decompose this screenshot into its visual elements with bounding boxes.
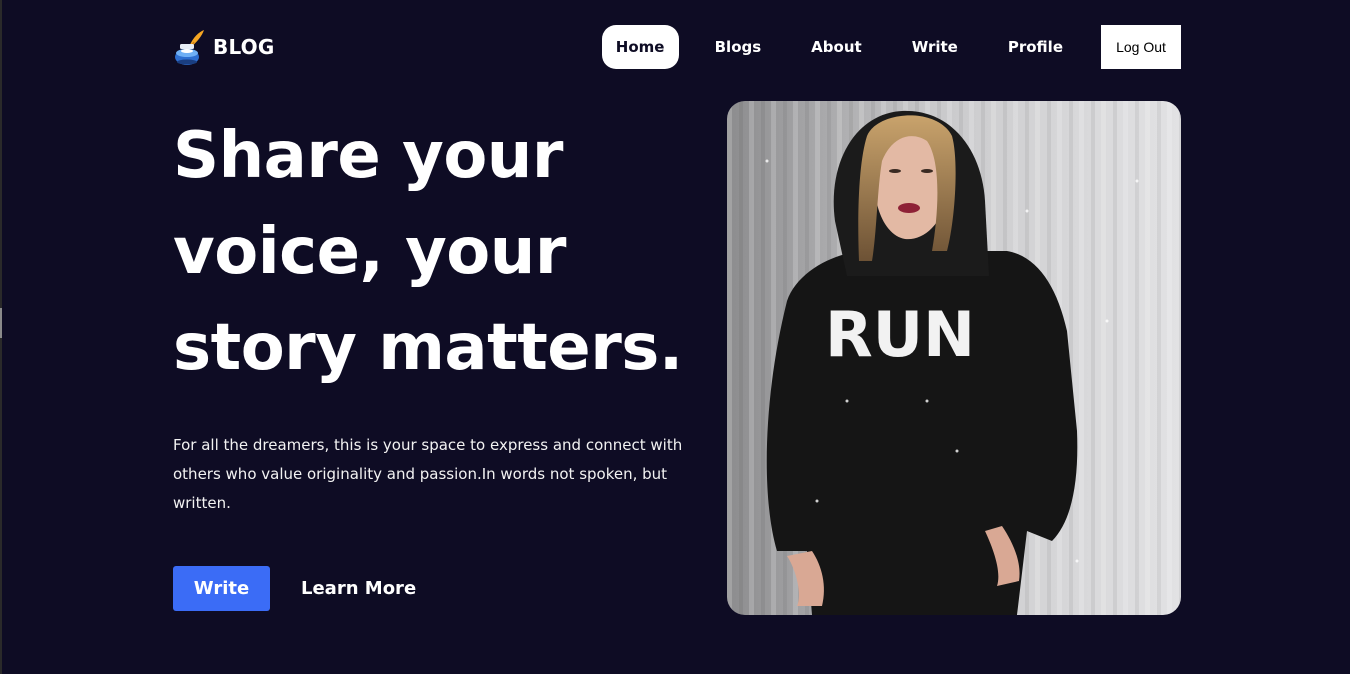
hero-description: For all the dreamers, this is your space… xyxy=(173,436,683,512)
nav-home[interactable]: Home xyxy=(601,25,679,69)
hero-title-line: voice, your xyxy=(173,215,566,289)
navbar: BLOG Home Blogs About Write Profile Log … xyxy=(173,25,1181,69)
hero-title-line: Share your xyxy=(173,119,563,193)
learn-more-link[interactable]: Learn More xyxy=(301,578,416,599)
nav-about[interactable]: About xyxy=(797,25,876,69)
logout-button[interactable]: Log Out xyxy=(1101,25,1181,69)
main-nav: Home Blogs About Write Profile Log Out xyxy=(601,25,1181,69)
brand-logo[interactable]: BLOG xyxy=(173,29,275,65)
nav-blogs[interactable]: Blogs xyxy=(701,25,776,69)
nav-write[interactable]: Write xyxy=(898,25,972,69)
nav-profile[interactable]: Profile xyxy=(994,25,1077,69)
hero-photo: RUN xyxy=(727,101,1181,615)
hero-title-line: story matters. xyxy=(173,311,683,385)
write-button[interactable]: Write xyxy=(173,566,270,611)
brand-name: BLOG xyxy=(213,35,275,59)
hero-actions: Write Learn More xyxy=(173,566,416,611)
window-edge-marker xyxy=(0,308,2,338)
inkwell-quill-icon xyxy=(173,29,205,65)
hero-title: Share your voice, your story matters. xyxy=(173,108,693,396)
window-edge xyxy=(0,0,2,674)
hoodie-text: RUN xyxy=(825,298,975,371)
